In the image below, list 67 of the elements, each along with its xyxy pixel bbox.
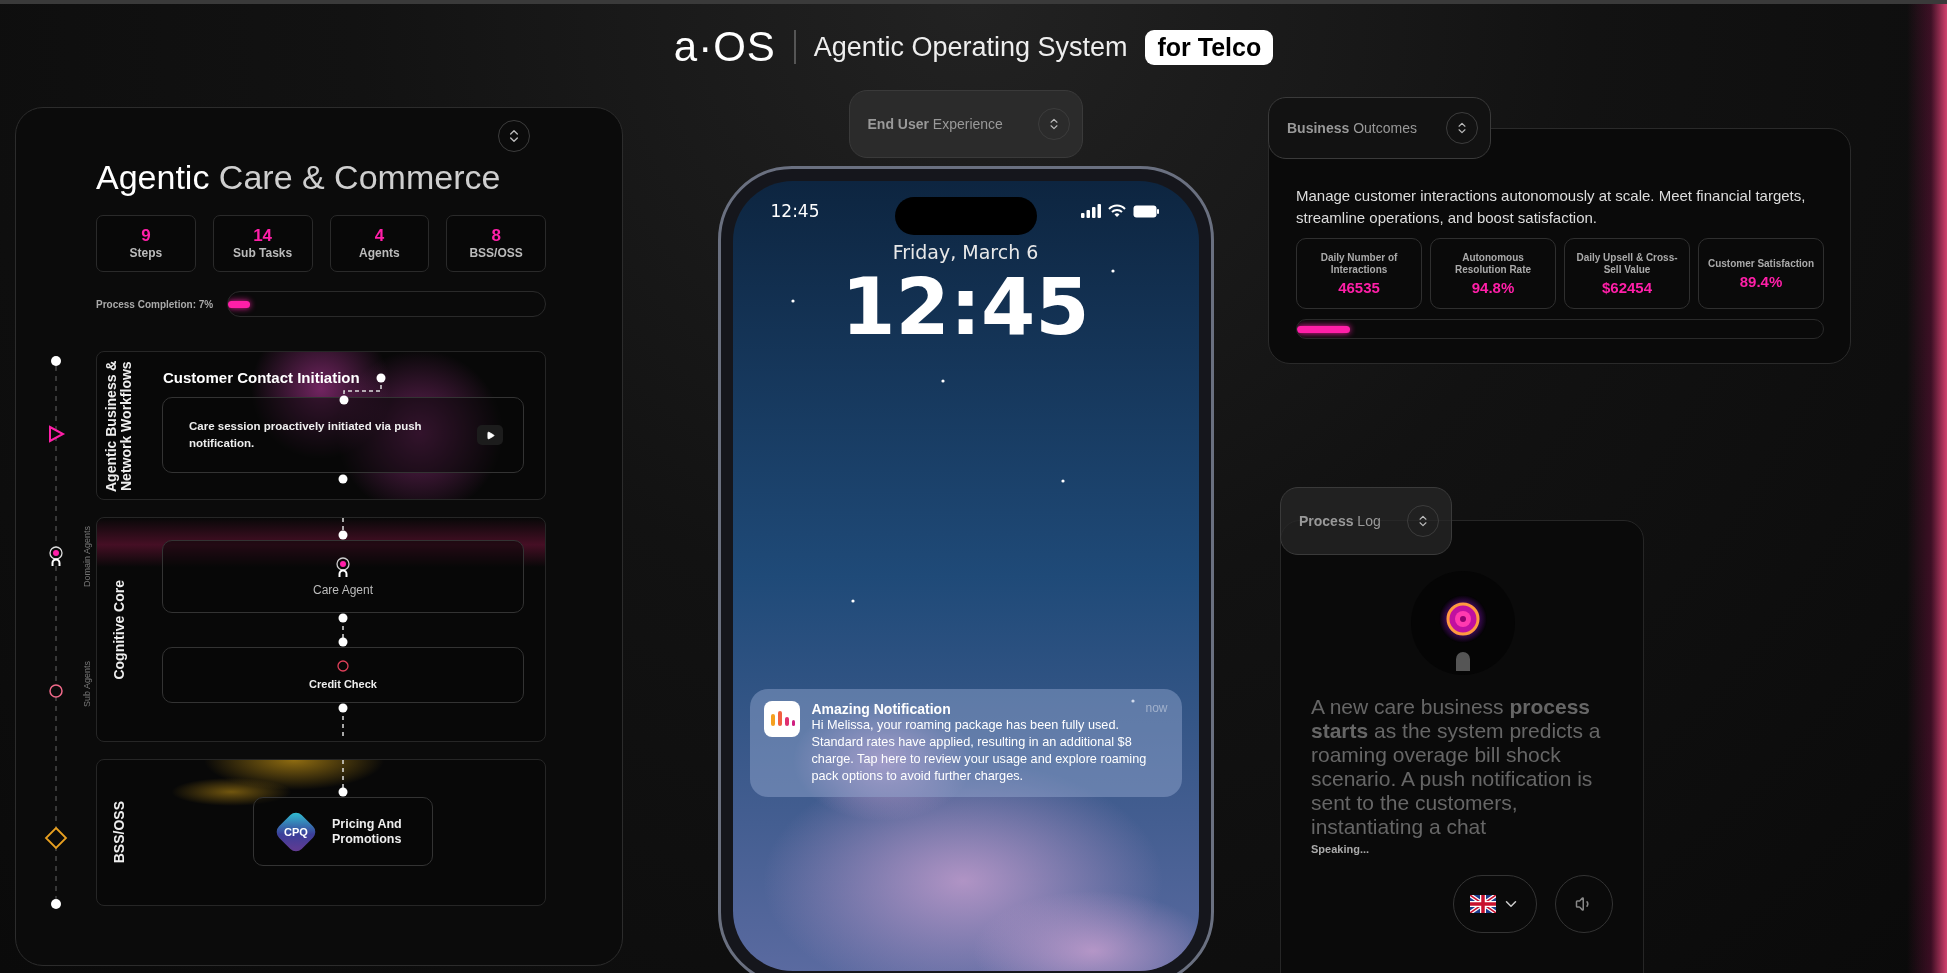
tab-label: Business Outcomes — [1287, 120, 1417, 136]
rail-label: Domain Agents — [82, 526, 92, 588]
view-tab[interactable]: Business Outcomes — [1268, 97, 1491, 159]
play-button[interactable] — [477, 425, 503, 445]
notification-app: Amazing Notification — [811, 701, 951, 717]
progress-label: Process Completion: 7% — [96, 298, 214, 310]
flag-icon — [1470, 895, 1496, 913]
stat-label: BSS/OSS — [469, 245, 523, 261]
speaking-status: Speaking... — [1311, 843, 1370, 855]
cpq-badge: CPQ — [274, 809, 318, 854]
connector-line — [338, 760, 348, 797]
wifi-icon — [1107, 204, 1126, 218]
agent-icon — [49, 546, 63, 567]
section-label: BSS/OSS — [111, 801, 127, 864]
signal-icon — [1080, 204, 1101, 218]
section-label: Agentic Business & Network Workflows — [104, 358, 134, 494]
stat-value: 14 — [253, 226, 273, 245]
lock-date: Friday, March 6 — [892, 241, 1039, 263]
log-text: A new care business process starts as the system predicts a roaming overage bill shock scenario. A push notification is sent to the customers, instantiating a chat — [1311, 695, 1601, 838]
panel-title: Agentic Care & Commerce — [96, 158, 501, 196]
tab-label: End User Experience — [867, 116, 1003, 132]
stat-value: 9 — [141, 226, 151, 245]
step-description: Care session proactively initiated via push notification. — [188, 419, 423, 451]
play-icon — [485, 430, 495, 440]
app-title: Agentic Operating System — [813, 31, 1128, 63]
connector-line — [338, 703, 348, 739]
metric-label: Customer Satisfaction — [1706, 257, 1816, 270]
stat-label: Sub Tasks — [233, 245, 293, 261]
ring-icon — [49, 684, 63, 698]
stat-label: Steps — [129, 245, 163, 261]
diamond-icon — [44, 826, 68, 850]
app-icon — [763, 701, 800, 737]
notification-text: Hi Melissa, your roaming package has been fully used. Standard rates have applied, resulting in an additional $8 charge. Tap here to review your usage and explore roaming pack options to avoid further charges. — [811, 717, 1148, 785]
view-tab[interactable]: Process Log — [1280, 487, 1452, 555]
timeline-dot — [51, 899, 61, 909]
play-icon — [49, 425, 66, 443]
metric-label: Daily Number of Interactions — [1319, 251, 1399, 276]
agent-name: Care Agent — [312, 582, 373, 597]
metric-value: 94.8% — [1471, 278, 1515, 296]
view-tab[interactable]: End User Experience — [848, 90, 1083, 158]
outcomes-description: Manage customer interactions autonomously at scale. Meet financial targets, streamline operations, and boost satisfaction. — [1296, 186, 1807, 228]
notification[interactable] — [749, 689, 1182, 797]
step-title: Customer Contact Initiation — [163, 368, 360, 388]
agent-orb-icon — [1411, 571, 1515, 675]
metric-label: Daily Upsell & Cross-Sell Value — [1575, 251, 1679, 276]
rail-label: Sub Agents — [82, 661, 92, 708]
logo: a·OS — [673, 23, 776, 71]
stat-value: 4 — [374, 226, 385, 245]
timeline-dot — [51, 356, 61, 366]
ring-icon — [337, 660, 349, 672]
tab-label: Process Log — [1299, 513, 1381, 529]
status-time: 12:45 — [770, 201, 820, 221]
stat-label: Agents — [359, 245, 400, 261]
metric-label: Autonomous Resolution Rate — [1453, 251, 1533, 276]
agent-icon — [336, 556, 350, 577]
section-label: Cognitive Core — [111, 579, 127, 680]
lock-clock: 12:45 — [841, 263, 1090, 351]
agent-name: Credit Check — [309, 678, 377, 690]
connector-line — [338, 613, 348, 647]
notification-time: now — [1145, 701, 1168, 717]
metric-value: $62454 — [1601, 278, 1653, 296]
stat-value: 8 — [491, 226, 501, 245]
telco-badge: for Telco — [1145, 29, 1274, 65]
metric-value: 89.4% — [1739, 272, 1783, 290]
system-name: Pricing And Promotions — [332, 816, 403, 847]
connector-line — [338, 518, 348, 540]
metric-value: 46535 — [1338, 278, 1380, 296]
